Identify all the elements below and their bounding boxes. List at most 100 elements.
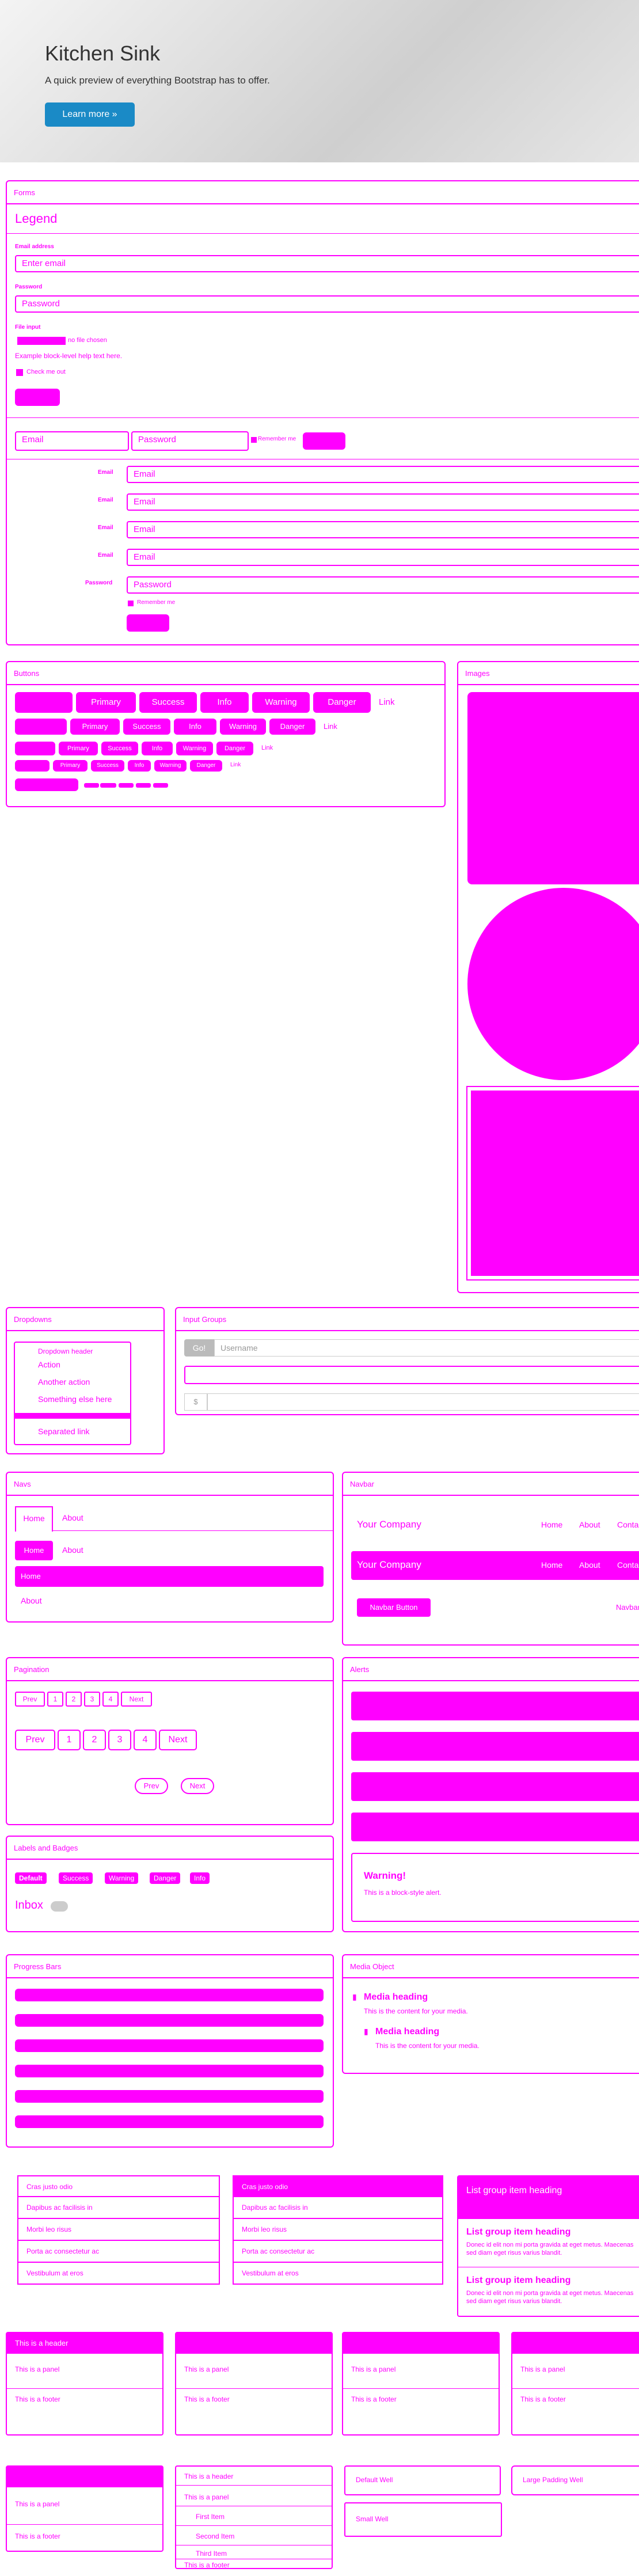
separated-link[interactable]: Separated link bbox=[38, 1427, 90, 1436]
tab-home[interactable]: Home bbox=[15, 1506, 53, 1532]
page-small-5[interactable]: Next bbox=[121, 1692, 152, 1707]
button-row1-4[interactable]: Warning bbox=[252, 692, 310, 713]
input-group-2[interactable] bbox=[184, 1366, 639, 1384]
plain-list-item-2[interactable]: Dapibus ac facilisis in bbox=[17, 2197, 220, 2219]
dropdown-item-2[interactable]: Another action bbox=[38, 1377, 90, 1386]
inline-submit[interactable] bbox=[303, 432, 345, 450]
inline-password[interactable]: Password bbox=[131, 431, 249, 451]
submit-button[interactable] bbox=[15, 389, 60, 406]
inverse-link-home[interactable]: Home bbox=[541, 1560, 562, 1570]
h-email-field-1[interactable]: Email bbox=[127, 466, 639, 483]
h-password-field[interactable]: Password bbox=[127, 576, 639, 594]
button-link-4[interactable]: Link bbox=[230, 762, 241, 768]
plain-list-item-4[interactable]: Porta ac consectetur ac bbox=[17, 2241, 220, 2263]
plain-list-item-3[interactable]: Morbi leo risus bbox=[17, 2219, 220, 2241]
page-small-4[interactable]: 4 bbox=[102, 1692, 119, 1707]
pager-prev[interactable]: Prev bbox=[135, 1778, 168, 1794]
h-email-field-4[interactable]: Email bbox=[127, 549, 639, 566]
button-row3-2[interactable]: Success bbox=[101, 742, 138, 755]
button-row4-2[interactable]: Success bbox=[91, 760, 124, 772]
button-link-2[interactable]: Link bbox=[324, 722, 337, 731]
active-list-item-4[interactable]: Porta ac consectetur ac bbox=[233, 2241, 443, 2263]
page-small-0[interactable]: Prev bbox=[15, 1692, 45, 1707]
panel-list-item-1[interactable]: First Item bbox=[196, 2513, 225, 2521]
linked-active-item[interactable]: List group item heading bbox=[458, 2176, 639, 2219]
block-button[interactable] bbox=[15, 778, 78, 791]
page-small-1[interactable]: 1 bbox=[47, 1692, 63, 1707]
page-small-2[interactable]: 2 bbox=[66, 1692, 82, 1707]
mini-button-5[interactable] bbox=[153, 783, 168, 788]
button-row1-2[interactable]: Success bbox=[139, 692, 197, 713]
amount-input[interactable] bbox=[207, 1393, 639, 1411]
panel-list-item-2[interactable]: Second Item bbox=[196, 2532, 234, 2540]
button-row3-3[interactable]: Info bbox=[142, 742, 173, 755]
plain-list-item-1[interactable]: Cras justo odio bbox=[17, 2175, 220, 2197]
inverse-link-about[interactable]: About bbox=[579, 1560, 600, 1570]
go-button[interactable]: Go! bbox=[184, 1339, 214, 1357]
password-field[interactable]: Password bbox=[15, 295, 639, 313]
inverse-link-contact[interactable]: Contact bbox=[617, 1560, 639, 1570]
choose-file-button[interactable] bbox=[17, 337, 66, 345]
button-row4-4[interactable]: Warning bbox=[154, 760, 187, 772]
active-list-item-3[interactable]: Morbi leo risus bbox=[233, 2219, 443, 2241]
button-row1-5[interactable]: Danger bbox=[313, 692, 371, 713]
page-large-4[interactable]: 4 bbox=[134, 1730, 157, 1750]
inline-checkbox[interactable] bbox=[251, 437, 257, 443]
active-list-item-1[interactable]: Cras justo odio bbox=[233, 2175, 443, 2197]
learn-more-button[interactable]: Learn more » bbox=[45, 102, 135, 127]
mini-button-4[interactable] bbox=[136, 783, 151, 788]
button-row4-3[interactable]: Info bbox=[128, 760, 151, 772]
h-email-field-3[interactable]: Email bbox=[127, 521, 639, 538]
page-large-2[interactable]: 2 bbox=[83, 1730, 106, 1750]
button-row3-1[interactable]: Primary bbox=[59, 742, 98, 755]
mini-button-3[interactable] bbox=[119, 783, 134, 788]
dropdown-item-3[interactable]: Something else here bbox=[38, 1395, 112, 1404]
h-checkbox[interactable] bbox=[128, 601, 134, 606]
button-row2-2[interactable]: Success bbox=[123, 719, 170, 735]
button-row3-0[interactable] bbox=[15, 742, 55, 755]
stacked-about[interactable]: About bbox=[21, 1596, 42, 1605]
inline-email[interactable]: Email bbox=[15, 431, 129, 451]
panel-list-item-3[interactable]: Third Item bbox=[196, 2550, 227, 2558]
page-large-5[interactable]: Next bbox=[159, 1730, 197, 1750]
navbar-button[interactable]: Navbar Button bbox=[357, 1598, 431, 1617]
plain-list-item-5[interactable]: Vestibulum at eros bbox=[17, 2263, 220, 2285]
mini-button-2[interactable] bbox=[100, 783, 116, 788]
button-row4-1[interactable]: Primary bbox=[53, 760, 88, 772]
button-row1-3[interactable]: Info bbox=[200, 692, 249, 713]
linked-item-1[interactable]: List group item heading Donec id elit no… bbox=[458, 2219, 639, 2267]
button-row4-5[interactable]: Danger bbox=[190, 760, 222, 772]
button-row2-3[interactable]: Info bbox=[174, 719, 216, 735]
navbar-link-contact[interactable]: Contact bbox=[617, 1520, 639, 1529]
page-large-3[interactable]: 3 bbox=[108, 1730, 131, 1750]
inverse-brand[interactable]: Your Company bbox=[357, 1559, 421, 1571]
checkbox[interactable] bbox=[16, 369, 23, 376]
h-submit[interactable] bbox=[127, 614, 169, 632]
button-row2-1[interactable]: Primary bbox=[70, 719, 120, 735]
h-email-field-2[interactable]: Email bbox=[127, 493, 639, 511]
navbar-link-about[interactable]: About bbox=[579, 1520, 600, 1529]
button-link-1[interactable]: Link bbox=[379, 697, 395, 707]
button-row2-4[interactable]: Warning bbox=[220, 719, 266, 735]
tab-about[interactable]: About bbox=[62, 1513, 83, 1522]
page-small-3[interactable]: 3 bbox=[84, 1692, 100, 1707]
linked-item-2[interactable]: List group item heading Donec id elit no… bbox=[458, 2267, 639, 2317]
button-row1-0[interactable] bbox=[15, 692, 73, 713]
button-link-3[interactable]: Link bbox=[261, 744, 273, 751]
active-list-item-2[interactable]: Dapibus ac facilisis in bbox=[233, 2197, 443, 2219]
pill-home[interactable]: Home bbox=[15, 1541, 53, 1560]
navbar-brand[interactable]: Your Company bbox=[357, 1519, 421, 1530]
button-row1-1[interactable]: Primary bbox=[76, 692, 136, 713]
button-row2-0[interactable] bbox=[15, 719, 67, 735]
stacked-home[interactable]: Home bbox=[15, 1566, 324, 1587]
username-input[interactable]: Username bbox=[214, 1339, 639, 1357]
navbar-link-home[interactable]: Home bbox=[541, 1520, 562, 1529]
page-large-0[interactable]: Prev bbox=[15, 1730, 55, 1750]
button-row4-0[interactable] bbox=[15, 760, 50, 772]
button-row3-4[interactable]: Warning bbox=[176, 742, 213, 755]
active-list-item-5[interactable]: Vestibulum at eros bbox=[233, 2263, 443, 2285]
mini-button-1[interactable] bbox=[84, 783, 99, 788]
page-large-1[interactable]: 1 bbox=[58, 1730, 81, 1750]
button-row3-5[interactable]: Danger bbox=[216, 742, 253, 755]
pill-about[interactable]: About bbox=[62, 1545, 83, 1555]
